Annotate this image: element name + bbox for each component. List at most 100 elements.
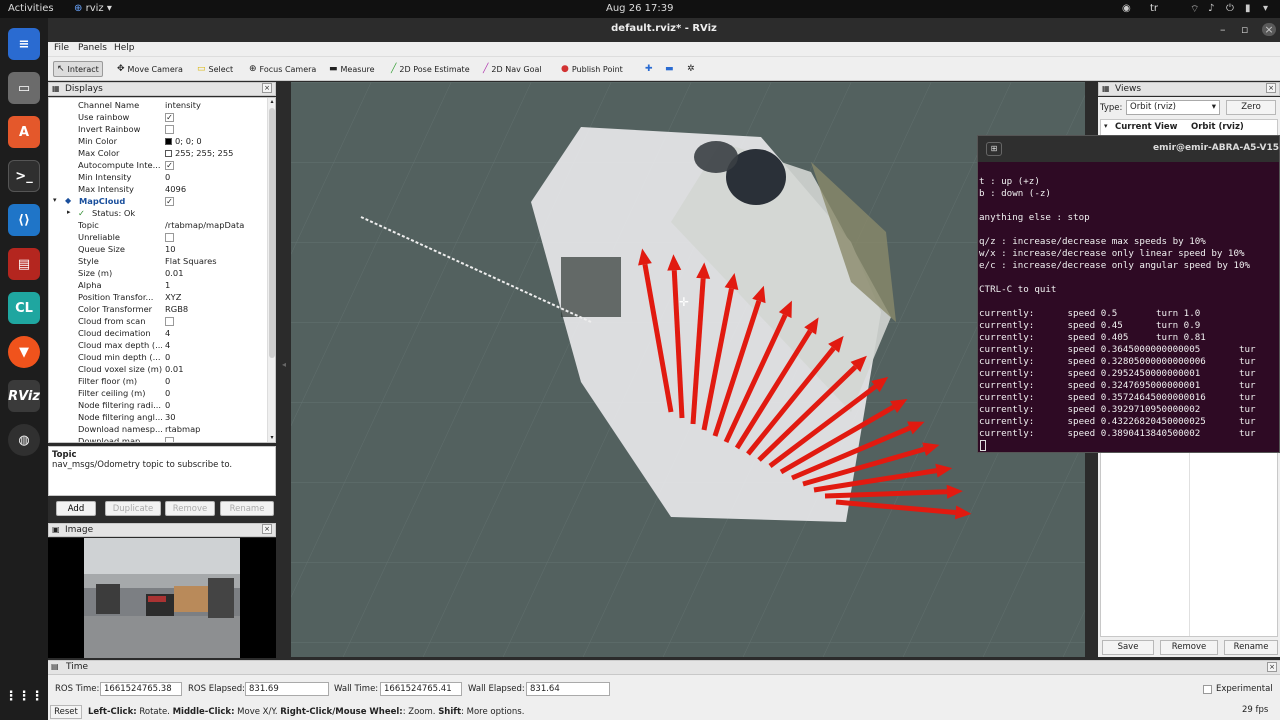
property-row[interactable]: Position Transfor... XYZ bbox=[49, 292, 267, 304]
rviz-icon[interactable]: RViz bbox=[8, 380, 40, 412]
property-value[interactable]: 4 bbox=[165, 328, 170, 338]
terminal-window[interactable]: ⊞ emir@emir-ABRA-A5-V15-5 t : up (+z) b :… bbox=[977, 135, 1280, 453]
color-swatch[interactable] bbox=[165, 138, 172, 145]
property-row[interactable]: Topic/rtabmap/mapData bbox=[49, 220, 267, 232]
system-monitor-icon[interactable]: ▤ bbox=[8, 248, 40, 280]
property-value[interactable]: 0 bbox=[165, 376, 170, 386]
wifi-icon[interactable]: ⌔ bbox=[1190, 3, 1199, 16]
menu-panels[interactable]: Panels bbox=[78, 43, 107, 53]
close-icon[interactable]: × bbox=[1266, 83, 1276, 93]
property-row[interactable]: Size (m) 0.01 bbox=[49, 268, 267, 280]
property-checkbox[interactable] bbox=[165, 437, 174, 442]
property-checkbox[interactable] bbox=[165, 317, 174, 326]
zero-button[interactable]: Zero bbox=[1226, 100, 1276, 115]
property-value[interactable]: 1 bbox=[165, 280, 170, 290]
property-checkbox[interactable] bbox=[165, 233, 174, 242]
property-row[interactable]: Alpha 1 bbox=[49, 280, 267, 292]
text-editor-icon[interactable]: ≡ bbox=[8, 28, 40, 60]
property-value[interactable]: 0; 0; 0 bbox=[165, 136, 202, 146]
property-value[interactable]: /rtabmap/mapData bbox=[165, 220, 244, 230]
property-value[interactable]: 0.01 bbox=[165, 268, 183, 278]
input-language[interactable]: tr bbox=[1150, 3, 1158, 14]
scroll-down-icon[interactable]: ▾ bbox=[268, 434, 275, 442]
tool-select[interactable]: ▭ Select bbox=[194, 61, 236, 77]
obs-icon[interactable]: ◍ bbox=[8, 424, 40, 456]
ros-elapsed-field[interactable]: 831.69 bbox=[245, 682, 329, 696]
tool-2d-nav-goal[interactable]: ╱ 2D Nav Goal bbox=[480, 61, 545, 77]
property-value[interactable]: XYZ bbox=[165, 292, 181, 302]
property-row[interactable]: Filter floor (m) 0 bbox=[49, 376, 267, 388]
property-row[interactable]: Download namesp... rtabmap bbox=[49, 424, 267, 436]
property-row[interactable]: Cloud from scan bbox=[49, 316, 267, 328]
chevron-down-icon[interactable]: ▾ bbox=[1263, 3, 1268, 14]
app-menu[interactable]: ⊕ rviz ▾ bbox=[74, 3, 112, 14]
remove-tool-button[interactable]: ▬ bbox=[662, 61, 677, 77]
menu-help[interactable]: Help bbox=[114, 43, 135, 53]
tool-publish-point[interactable]: ● Publish Point bbox=[558, 61, 626, 77]
close-icon[interactable]: × bbox=[1262, 23, 1276, 36]
property-row[interactable]: Cloud voxel size (m) 0.01 bbox=[49, 364, 267, 376]
property-value[interactable]: 255; 255; 255 bbox=[165, 148, 233, 158]
property-checkbox[interactable] bbox=[165, 125, 174, 134]
property-value[interactable]: 10 bbox=[165, 244, 176, 254]
property-row[interactable]: Channel Name intensity bbox=[49, 100, 267, 112]
property-checkbox[interactable]: ✓ bbox=[165, 197, 174, 206]
property-value[interactable]: intensity bbox=[165, 100, 201, 110]
property-row[interactable]: Queue Size 10 bbox=[49, 244, 267, 256]
property-value[interactable]: 0 bbox=[165, 388, 170, 398]
power-icon[interactable]: ⏻ bbox=[1226, 3, 1234, 14]
property-row[interactable]: Style Flat Squares bbox=[49, 256, 267, 268]
property-checkbox[interactable]: ✓ bbox=[165, 113, 174, 122]
tool-properties-button[interactable]: ✲ bbox=[684, 61, 698, 77]
expand-icon[interactable]: ▾ bbox=[1104, 122, 1108, 130]
property-row[interactable]: Cloud min depth (... 0 bbox=[49, 352, 267, 364]
save-view-button[interactable]: Save bbox=[1102, 640, 1154, 655]
scrollbar-thumb[interactable] bbox=[269, 108, 275, 358]
3d-viewport[interactable]: ✛ bbox=[291, 82, 1085, 657]
color-swatch[interactable] bbox=[165, 150, 172, 157]
property-value[interactable]: 4 bbox=[165, 340, 170, 350]
close-icon[interactable]: × bbox=[262, 524, 272, 534]
add-tool-button[interactable]: ✚ bbox=[642, 61, 656, 77]
property-row[interactable]: Color Transformer RGB8 bbox=[49, 304, 267, 316]
property-value[interactable]: 0 bbox=[165, 172, 170, 182]
wall-time-field[interactable]: 1661524765.41 bbox=[380, 682, 462, 696]
expand-icon[interactable]: ▸ bbox=[67, 208, 71, 216]
property-row[interactable]: Unreliable bbox=[49, 232, 267, 244]
close-icon[interactable]: × bbox=[262, 83, 272, 93]
collapse-left-panel-icon[interactable]: ◂ bbox=[282, 360, 286, 369]
property-value[interactable]: Flat Squares bbox=[165, 256, 217, 266]
brave-icon[interactable]: ▼ bbox=[8, 336, 40, 368]
clion-icon[interactable]: CL bbox=[8, 292, 40, 324]
experimental-checkbox[interactable] bbox=[1203, 685, 1212, 694]
software-center-icon[interactable]: A bbox=[8, 116, 40, 148]
tool-focus-camera[interactable]: ⊕ Focus Camera bbox=[246, 61, 319, 77]
tool-2d-pose-estimate[interactable]: ╱ 2D Pose Estimate bbox=[388, 61, 473, 77]
vscode-icon[interactable]: ⟨⟩ bbox=[8, 204, 40, 236]
property-row[interactable]: Node filtering radi... 0 bbox=[49, 400, 267, 412]
property-row[interactable]: Min Intensity 0 bbox=[49, 172, 267, 184]
displays-scrollbar[interactable]: ▴ ▾ bbox=[267, 98, 275, 442]
close-icon[interactable]: × bbox=[1267, 662, 1277, 672]
new-tab-icon[interactable]: ⊞ bbox=[986, 142, 1002, 156]
property-value[interactable]: 30 bbox=[165, 412, 176, 422]
property-row[interactable]: Autocompute Inte... ✓ bbox=[49, 160, 267, 172]
property-value[interactable]: rtabmap bbox=[165, 424, 200, 434]
add-display-button[interactable]: Add bbox=[56, 501, 96, 516]
property-checkbox[interactable]: ✓ bbox=[165, 161, 174, 170]
menu-file[interactable]: File bbox=[54, 43, 69, 53]
property-row[interactable]: Min Color 0; 0; 0 bbox=[49, 136, 267, 148]
maximize-icon[interactable]: ▫ bbox=[1241, 23, 1248, 36]
3d-scene[interactable]: ✛ bbox=[291, 82, 1085, 657]
network-status-icon[interactable]: ◉ bbox=[1122, 3, 1131, 14]
property-row[interactable]: Max Intensity 4096 bbox=[49, 184, 267, 196]
minimize-icon[interactable]: – bbox=[1220, 23, 1226, 36]
current-view-label[interactable]: Current View bbox=[1115, 122, 1177, 132]
property-row[interactable]: Invert Rainbow bbox=[49, 124, 267, 136]
property-row[interactable]: Node filtering angl... 30 bbox=[49, 412, 267, 424]
rename-view-button[interactable]: Rename bbox=[1224, 640, 1278, 655]
wall-elapsed-field[interactable]: 831.64 bbox=[526, 682, 610, 696]
property-row[interactable]: ▸ ✓ Status: Ok bbox=[49, 208, 267, 220]
expand-icon[interactable]: ▾ bbox=[53, 196, 57, 204]
property-row[interactable]: Download map bbox=[49, 436, 267, 442]
